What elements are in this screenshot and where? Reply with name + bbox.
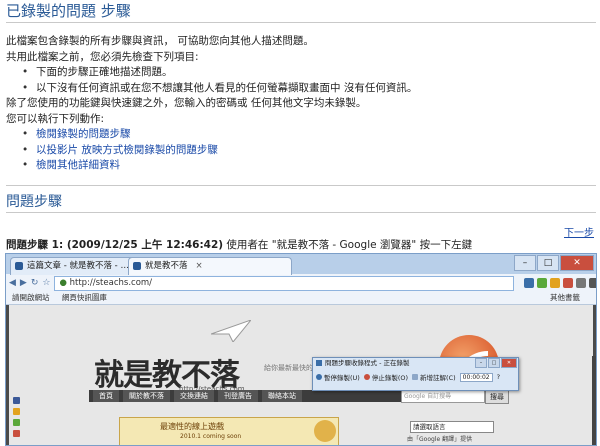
web-page: 就是教不落 http://steachs.com 給你最新最快的電腦軟體與網路應…	[6, 305, 596, 445]
pause-record-button[interactable]: 暫停錄製(U)	[316, 372, 360, 382]
nav-links[interactable]: 交換連結	[174, 390, 214, 402]
record-timer: 00:00:02	[459, 372, 493, 382]
browser-toolbar: ◀ ▶ ↻ ☆ ● http://steachs.com/	[6, 274, 596, 292]
banner-ad[interactable]: 最適性的線上遊戲 2010.1 coming soon	[119, 417, 339, 445]
action-item: 檢閱其他詳細資料	[22, 158, 596, 174]
share-icon[interactable]	[13, 408, 20, 415]
slideshow-link[interactable]: 以投影片 放映方式檢閱錄製的問題步驟	[36, 144, 218, 156]
share-icon[interactable]	[13, 419, 20, 426]
nav-about[interactable]: 關於教不落	[123, 390, 170, 402]
comment-icon	[412, 374, 419, 380]
stop-record-button[interactable]: 停止錄製(O)	[363, 372, 408, 382]
language-select[interactable]: 請選取語言	[410, 421, 494, 433]
help-icon[interactable]: ?	[497, 373, 500, 381]
bookmarks-bar: 請開啟網站 網頁快訊圖庫 其他書籤	[6, 292, 596, 305]
reload-icon[interactable]: ↻	[31, 276, 39, 290]
details-link[interactable]: 檢閱其他詳細資料	[36, 159, 120, 171]
bookmark-item[interactable]: 網頁快訊圖庫	[62, 293, 107, 302]
steps-divider	[6, 212, 596, 213]
gmail-icon[interactable]	[563, 278, 574, 288]
check-item: 下面的步驟正確地描述問題。	[22, 65, 596, 81]
translate-credit: 由「Google 翻譯」提供	[407, 436, 473, 443]
stop-icon	[363, 374, 370, 380]
back-icon[interactable]: ◀	[9, 276, 16, 290]
favicon-icon	[15, 262, 23, 270]
share-icon[interactable]	[13, 430, 20, 437]
maximize-icon[interactable]: □	[537, 255, 559, 271]
pause-icon	[316, 374, 322, 380]
action-list: 檢閱錄製的問題步驟 以投影片 放映方式檢閱錄製的問題步驟 檢閱其他詳細資料	[6, 127, 596, 174]
browser-tab[interactable]: 這篇文章 - 就是教不落 - …×	[10, 257, 144, 275]
check-list: 下面的步驟正確地描述問題。 以下沒有任何資訊或在您不想讓其他人看見的任何螢幕擷取…	[6, 65, 596, 96]
close-icon[interactable]: ✕	[501, 358, 517, 368]
site-search-input[interactable]: Google 自訂搜尋	[401, 390, 485, 403]
section-divider	[6, 185, 596, 186]
page-title: 已錄製的問題 步驟	[6, 2, 131, 20]
recorder-window-controls: – □ ✕	[475, 358, 517, 368]
intro-line-1: 此檔案包含錄製的所有步驟與資訊， 可協助您向其他人描述問題。	[6, 35, 314, 47]
recorder-title: 問題步驟收錄程式 - 正在錄製 – □ ✕	[313, 358, 518, 368]
step-text: 使用者在 "就是教不落 - Google 瀏覽器" 按一下左鍵	[223, 239, 473, 251]
title-divider	[6, 22, 596, 23]
page-scrollbar[interactable]	[592, 356, 596, 445]
intro-line-3: 除了您使用的功能鍵與快速鍵之外，您輸入的密碼或 任何其他文字均未錄製。	[6, 97, 367, 109]
extension-icons	[524, 278, 596, 288]
steps-recorder-window: 問題步驟收錄程式 - 正在錄製 – □ ✕ 暫停錄製(U) 停止錄製(O) 新增…	[312, 357, 519, 391]
other-bookmarks[interactable]: 其他書籤	[550, 292, 580, 304]
ad-subtitle: 2010.1 coming soon	[180, 433, 242, 440]
maximize-icon[interactable]: □	[488, 358, 500, 368]
step-screenshot[interactable]: 這篇文章 - 就是教不落 - …× 就是教不落× – □ ✕ ◀ ▶ ↻ ☆ ●…	[5, 253, 597, 446]
intro-line-2: 共用此檔案之前，您必須先檢查下列項目:	[6, 50, 199, 63]
nav-contact[interactable]: 聯絡本站	[262, 390, 302, 402]
intro-section: 此檔案包含錄製的所有步驟與資訊， 可協助您向其他人描述問題。 共用此檔案之前，您…	[6, 34, 596, 174]
paper-plane-icon	[211, 320, 251, 342]
site-search-button[interactable]: 搜尋	[485, 390, 509, 404]
action-item: 以投影片 放映方式檢閱錄製的問題步驟	[22, 143, 596, 159]
steps-title: 問題步驟	[6, 194, 62, 210]
close-tab-icon[interactable]: ×	[196, 261, 203, 271]
page-menu-icon[interactable]	[576, 278, 587, 288]
globe-icon: ●	[59, 277, 67, 288]
extension-icon[interactable]	[537, 278, 548, 288]
extension-icon[interactable]	[524, 278, 535, 288]
action-item: 檢閱錄製的問題步驟	[22, 127, 596, 143]
step-label: 問題步驟 1: (2009/12/25 上午 12:46:42)	[6, 239, 224, 251]
ad-emblem-icon	[314, 420, 336, 442]
share-icon[interactable]	[13, 397, 20, 404]
next-step-link[interactable]: 下一步	[564, 224, 594, 239]
nav-home[interactable]: 首頁	[93, 390, 119, 402]
check-item: 以下沒有任何資訊或在您不想讓其他人看見的任何螢幕擷取畫面中 沒有任何資訊。	[22, 81, 596, 97]
bookmark-item[interactable]: 請開啟網站	[12, 293, 50, 302]
forward-icon[interactable]: ▶	[20, 276, 27, 290]
page-content: 就是教不落 http://steachs.com 給你最新最快的電腦軟體與網路應…	[9, 305, 593, 445]
intro-line-4: 您可以執行下列動作:	[6, 112, 105, 125]
window-controls: – □ ✕	[514, 255, 594, 271]
nav-ads[interactable]: 刊登廣告	[218, 390, 258, 402]
ad-title: 最適性的線上遊戲	[160, 422, 224, 431]
tab-strip: 這篇文章 - 就是教不落 - …× 就是教不落× – □ ✕	[6, 254, 596, 275]
recorder-controls: 暫停錄製(U) 停止錄製(O) 新增註解(C) 00:00:02 ?	[313, 368, 518, 386]
add-comment-button[interactable]: 新增註解(C)	[412, 372, 456, 382]
star-icon[interactable]: ☆	[42, 276, 50, 290]
minimize-icon[interactable]: –	[475, 358, 487, 368]
address-bar[interactable]: ● http://steachs.com/	[54, 275, 515, 291]
step-description: 問題步驟 1: (2009/12/25 上午 12:46:42) 使用者在 "就…	[6, 237, 472, 252]
close-window-icon[interactable]: ✕	[560, 255, 594, 271]
review-steps-link[interactable]: 檢閱錄製的問題步驟	[36, 128, 131, 140]
minimize-icon[interactable]: –	[514, 255, 536, 271]
browser-tab-active[interactable]: 就是教不落 ×	[128, 257, 292, 275]
extension-icon[interactable]	[550, 278, 561, 288]
side-share-icons	[13, 397, 20, 445]
wrench-icon[interactable]	[589, 278, 596, 288]
favicon-icon	[133, 262, 141, 270]
